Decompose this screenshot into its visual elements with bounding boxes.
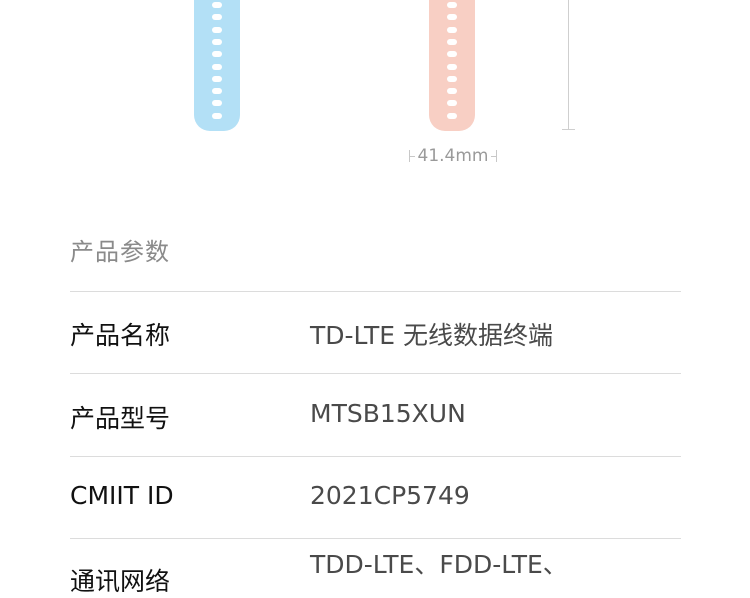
dimension-left-tick	[408, 150, 415, 162]
dimension-right-tick	[491, 150, 498, 162]
section-title: 产品参数	[70, 238, 170, 266]
strap-hole	[447, 26, 457, 33]
strap-hole	[212, 112, 222, 119]
spec-value-product-name: TD-LTE 无线数据终端	[310, 321, 554, 350]
strap-hole	[447, 75, 457, 82]
spec-value-model: MTSB15XUN	[310, 399, 466, 428]
strap-hole	[447, 51, 457, 58]
strap-hole	[447, 38, 457, 45]
width-dimension: 41.4mm	[404, 145, 502, 167]
height-dimension-line	[568, 0, 569, 130]
strap-hole	[212, 88, 222, 95]
spec-label-product-name: 产品名称	[70, 321, 171, 350]
strap-hole	[447, 112, 457, 119]
strap-hole	[212, 14, 222, 21]
strap-hole	[447, 100, 457, 107]
strap-hole	[447, 2, 457, 8]
divider	[70, 373, 681, 374]
spec-label-cmiit-id: CMIIT ID	[70, 481, 174, 510]
strap-hole	[447, 88, 457, 95]
strap-hole	[212, 75, 222, 82]
divider	[70, 291, 681, 292]
strap-hole	[212, 100, 222, 107]
pink-watch-strap	[429, 0, 475, 131]
spec-label-network: 通讯网络	[70, 567, 171, 596]
blue-watch-strap	[194, 0, 240, 131]
spec-value-network: TDD-LTE、FDD-LTE、	[310, 550, 568, 579]
width-dimension-label: 41.4mm	[417, 146, 489, 166]
strap-hole	[447, 63, 457, 70]
strap-hole	[212, 38, 222, 45]
strap-hole	[212, 63, 222, 70]
height-dimension-cap	[562, 129, 575, 130]
strap-hole	[212, 51, 222, 58]
divider	[70, 538, 681, 539]
strap-hole	[212, 2, 222, 8]
spec-value-cmiit-id: 2021CP5749	[310, 481, 470, 510]
strap-hole	[447, 14, 457, 21]
divider	[70, 456, 681, 457]
spec-label-model: 产品型号	[70, 404, 171, 433]
strap-hole	[212, 26, 222, 33]
